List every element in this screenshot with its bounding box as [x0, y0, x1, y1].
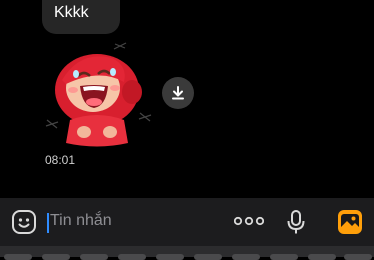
message-input[interactable]: Tin nhắn [50, 212, 112, 230]
keyboard-key[interactable] [232, 254, 260, 260]
message-timestamp: 08:01 [45, 153, 76, 167]
chat-area: Kkkk 08:01 [0, 0, 374, 198]
more-dots-icon[interactable] [234, 213, 264, 229]
keyboard-key[interactable] [344, 254, 372, 260]
keyboard-key[interactable] [270, 254, 298, 260]
message-text: Kkkk [54, 4, 89, 21]
keyboard-key[interactable] [118, 254, 146, 260]
keyboard-key[interactable] [194, 254, 222, 260]
keyboard-key[interactable] [80, 254, 108, 260]
laughing-girl-sticker-icon[interactable] [40, 40, 155, 150]
download-button[interactable] [162, 77, 194, 109]
keyboard-key[interactable] [308, 254, 336, 260]
incoming-message-bubble[interactable]: Kkkk [42, 0, 120, 34]
download-icon [172, 86, 184, 100]
sticker-face-icon[interactable] [11, 209, 37, 235]
keyboard-key[interactable] [42, 254, 70, 260]
text-caret [47, 213, 49, 233]
keyboard-key[interactable] [4, 254, 32, 260]
microphone-icon[interactable] [286, 209, 306, 235]
keyboard-key[interactable] [156, 254, 184, 260]
image-gallery-icon[interactable] [337, 209, 363, 235]
